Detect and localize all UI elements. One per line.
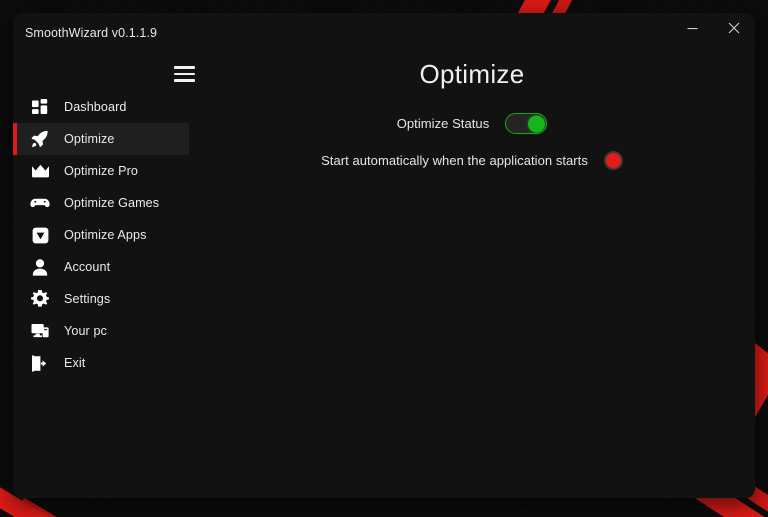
- page-title: Optimize: [419, 59, 525, 89]
- optimize-status-toggle[interactable]: [505, 113, 548, 134]
- sidebar-item-label: Your pc: [64, 324, 107, 338]
- crown-icon: [29, 160, 51, 182]
- sidebar-item-optimize-apps[interactable]: Optimize Apps: [13, 219, 189, 251]
- gamepad-icon: [29, 192, 51, 214]
- sidebar-item-label: Optimize Pro: [64, 164, 138, 178]
- download-box-icon: [29, 224, 51, 246]
- main-content: Optimize Optimize Status Start automatic…: [189, 51, 755, 498]
- sidebar-item-exit[interactable]: Exit: [13, 347, 189, 379]
- optimize-status-label: Optimize Status: [396, 116, 490, 131]
- window-controls: [671, 13, 755, 51]
- sidebar-item-label: Optimize: [64, 132, 115, 146]
- dashboard-icon: [29, 96, 51, 118]
- sidebar-item-optimize[interactable]: Optimize: [13, 123, 189, 155]
- minimize-button[interactable]: [671, 13, 713, 43]
- sidebar-item-dashboard[interactable]: Dashboard: [13, 91, 189, 123]
- sidebar-item-label: Optimize Apps: [64, 228, 147, 242]
- user-icon: [29, 256, 51, 278]
- window-title: SmoothWizard v0.1.1.9: [25, 26, 158, 40]
- start-automatically-label: Start automatically when the application…: [321, 153, 588, 168]
- sidebar-navigation: Dashboard Optimize Optimize Pro Optimize…: [13, 81, 189, 498]
- sidebar-item-label: Exit: [64, 356, 86, 370]
- title-bar: SmoothWizard v0.1.1.9: [13, 13, 755, 51]
- monitor-icon: [29, 320, 51, 342]
- start-automatically-row: Start automatically when the application…: [189, 151, 755, 170]
- close-button[interactable]: [713, 13, 755, 43]
- sidebar-item-label: Dashboard: [64, 100, 127, 114]
- toggle-knob: [527, 115, 545, 132]
- sidebar-item-optimize-games[interactable]: Optimize Games: [13, 187, 189, 219]
- start-automatically-indicator[interactable]: [603, 151, 623, 170]
- sidebar-item-account[interactable]: Account: [13, 251, 189, 283]
- sidebar-item-label: Optimize Games: [64, 196, 160, 210]
- application-window: SmoothWizard v0.1.1.9 Dashboard Optimize…: [13, 13, 755, 498]
- sidebar-item-label: Account: [64, 260, 111, 274]
- optimize-status-row: Optimize Status: [189, 113, 755, 134]
- exit-door-icon: [29, 352, 51, 374]
- sidebar-item-your-pc[interactable]: Your pc: [13, 315, 189, 347]
- close-icon: [728, 22, 740, 34]
- rocket-icon: [29, 128, 51, 150]
- sidebar-item-settings[interactable]: Settings: [13, 283, 189, 315]
- gear-icon: [29, 288, 51, 310]
- sidebar-item-label: Settings: [64, 292, 111, 306]
- minimize-icon: [687, 27, 697, 29]
- sidebar-item-optimize-pro[interactable]: Optimize Pro: [13, 155, 189, 187]
